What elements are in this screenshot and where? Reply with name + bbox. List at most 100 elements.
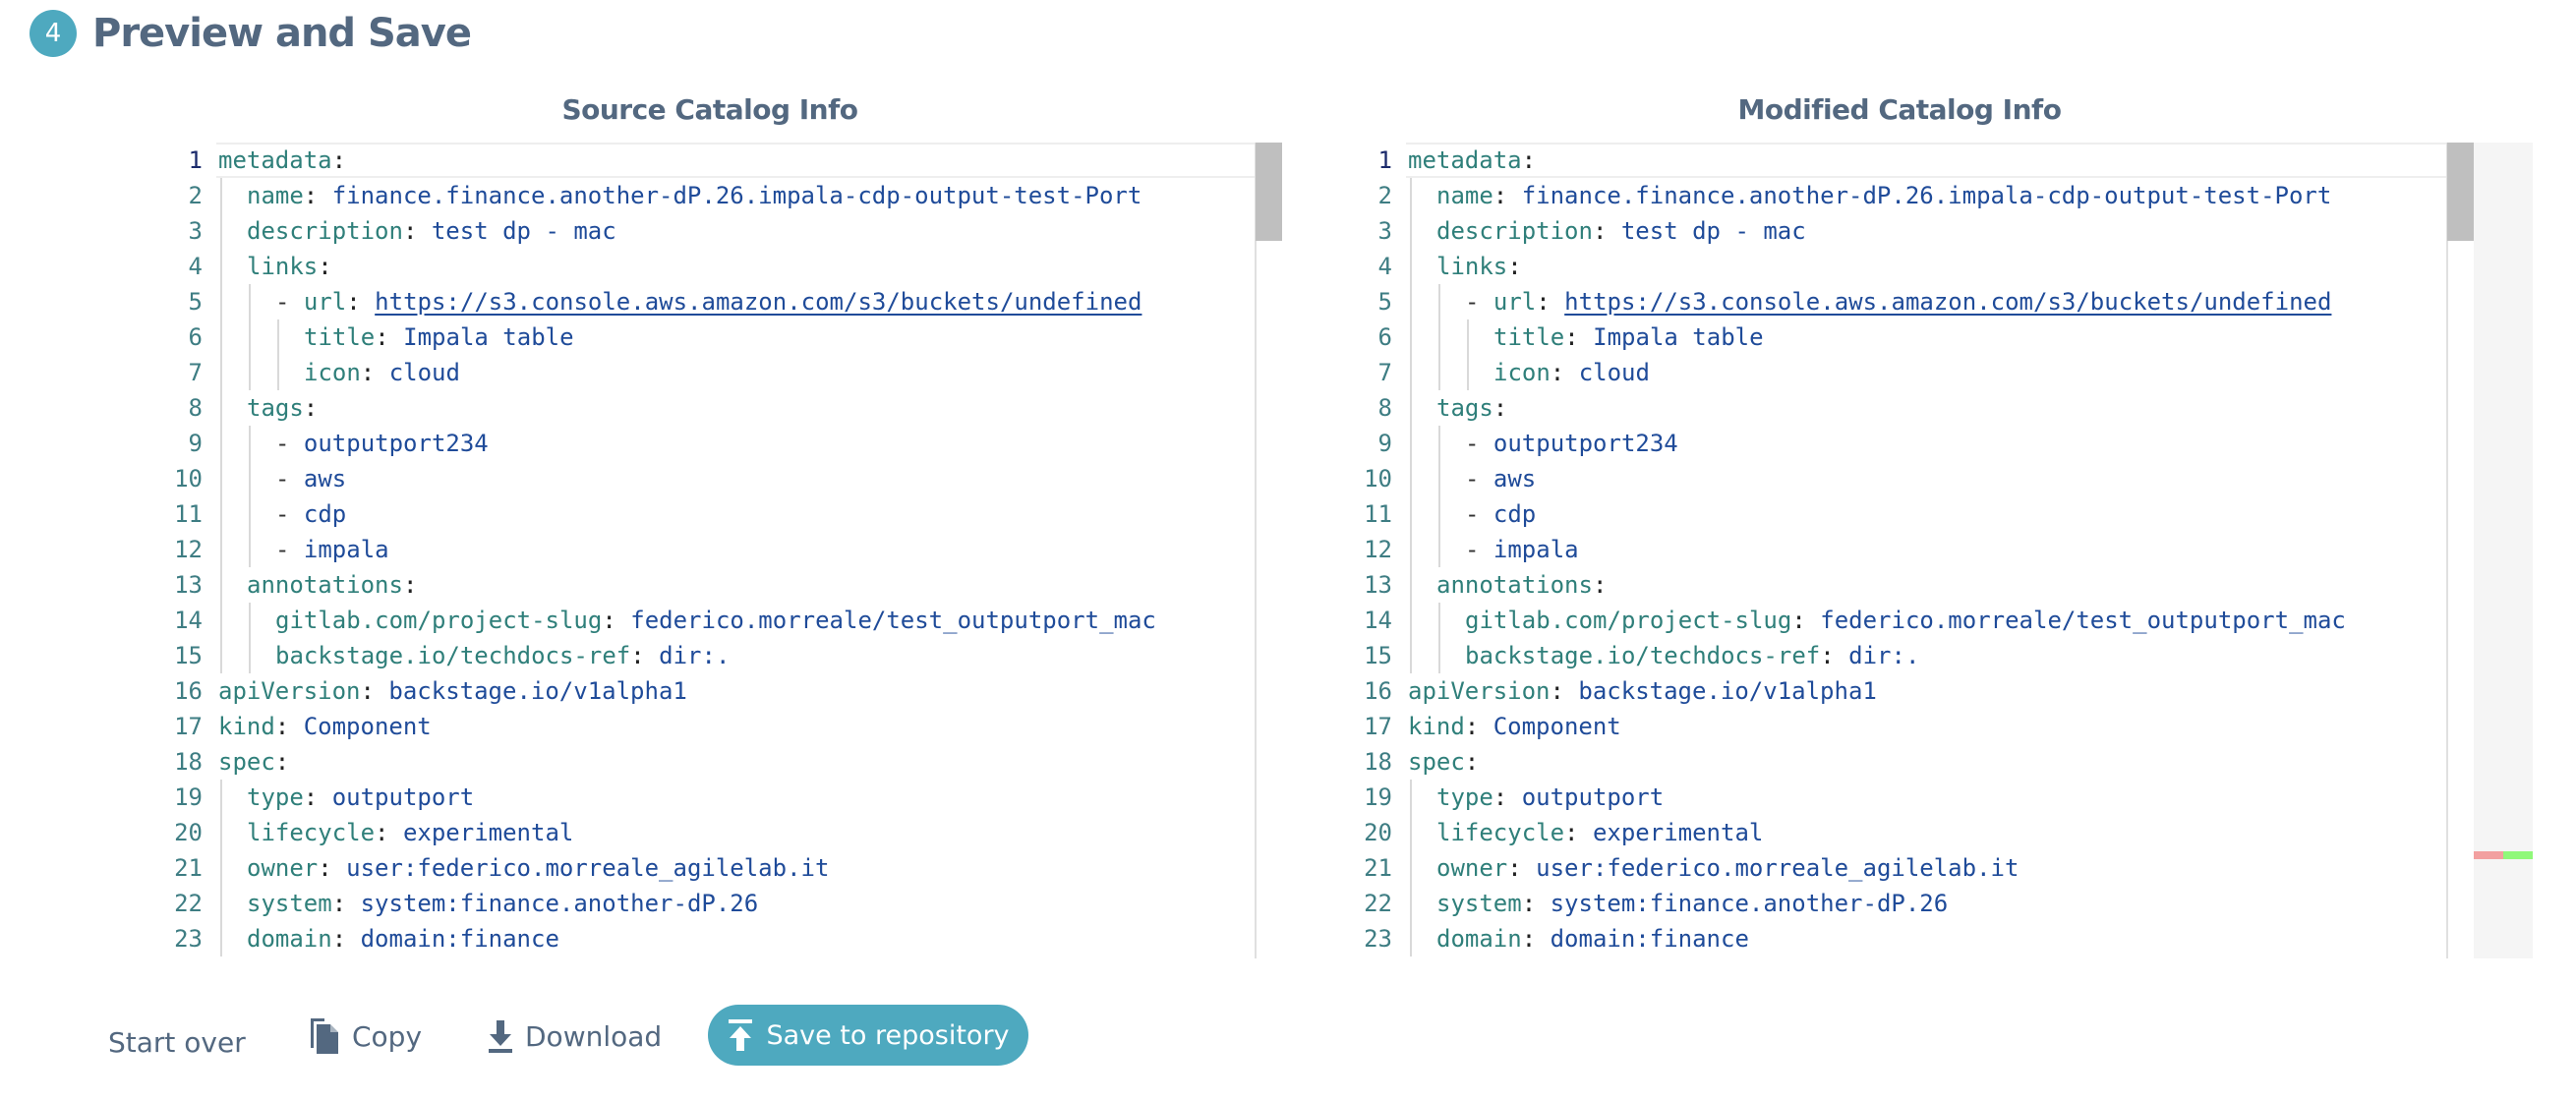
code-line: 2 name: finance.finance.another-dP.26.imp… [1347, 178, 2446, 213]
source-code-editor[interactable]: 1 metadata: 2 name: finance.finance.another… [157, 143, 1255, 958]
modified-code-editor[interactable]: 1 metadata: 2 name: finance.finance.another… [1347, 143, 2446, 958]
line-number: 18 [174, 748, 203, 776]
yaml-value: federico.morreale/test_outputport_mac [1820, 607, 2346, 634]
yaml-value: user:federico.morreale_agilelab.it [1536, 854, 2020, 882]
line-number: 11 [1364, 500, 1392, 528]
download-icon [489, 1020, 512, 1053]
line-number: 10 [174, 465, 203, 493]
code-line: 10 - aws [1347, 461, 2446, 496]
yaml-value: outputport234 [303, 430, 489, 457]
source-panel-title: Source Catalog Info [561, 93, 858, 126]
yaml-colon: : [346, 288, 376, 316]
yaml-value: Component [1493, 713, 1621, 740]
yaml-key: url [303, 288, 347, 316]
code-line: 6 title: Impala table [1347, 319, 2446, 355]
yaml-key: backstage.io/techdocs-ref [275, 642, 631, 669]
save-to-repository-button[interactable]: Save to repository [708, 1005, 1028, 1066]
modified-scrollbar-thumb[interactable] [2447, 143, 2474, 241]
line-number: 9 [1377, 430, 1392, 457]
upload-icon [729, 1019, 753, 1051]
source-scrollbar-thumb[interactable] [1256, 143, 1282, 241]
yaml-value: test dp - mac [1620, 217, 1806, 245]
code-line: 15 backstage.io/techdocs-ref: dir:. [157, 638, 1255, 673]
yaml-key: links [247, 253, 319, 280]
yaml-key: type [1436, 783, 1493, 811]
yaml-value: test dp - mac [431, 217, 616, 245]
yaml-key: system [1436, 890, 1522, 917]
list-dash: - [275, 500, 304, 528]
code-line: 6 title: Impala table [157, 319, 1255, 355]
yaml-colon: : [375, 819, 403, 846]
diff-overview-ruler[interactable] [2474, 143, 2533, 958]
yaml-value: Component [303, 713, 432, 740]
yaml-value: backstage.io/v1alpha1 [1578, 677, 1877, 705]
yaml-value: domain:finance [360, 925, 559, 953]
yaml-key: gitlab.com/project-slug [275, 607, 603, 634]
yaml-key: annotations [1436, 571, 1593, 599]
yaml-key: domain [1436, 925, 1522, 953]
copy-button[interactable]: Copy [309, 1005, 422, 1068]
yaml-key: description [247, 217, 403, 245]
yaml-colon: : [318, 854, 347, 882]
code-line: 4 links: [1347, 249, 2446, 284]
start-over-button[interactable]: Start over [108, 1005, 246, 1068]
line-number: 22 [1364, 890, 1392, 917]
yaml-key: name [1436, 182, 1493, 209]
line-number: 20 [174, 819, 203, 846]
yaml-value: finance.finance.another-dP.26.impala-cdp… [331, 182, 1142, 209]
line-number: 22 [174, 890, 203, 917]
list-dash: - [1465, 288, 1493, 316]
yaml-key: title [1493, 323, 1565, 351]
code-line: 8 tags: [157, 390, 1255, 426]
code-line: 9 - outputport234 [1347, 426, 2446, 461]
code-line: 4 links: [157, 249, 1255, 284]
yaml-colon: : [375, 323, 404, 351]
list-dash: - [1465, 500, 1493, 528]
step-header: 4 Preview and Save [29, 10, 472, 57]
yaml-key: apiVersion [218, 677, 361, 705]
yaml-value: outputport [331, 783, 475, 811]
yaml-key: owner [1436, 854, 1508, 882]
yaml-link[interactable]: https://s3.console.aws.amazon.com/s3/buc… [1564, 288, 2331, 316]
list-dash: - [1465, 536, 1493, 563]
yaml-value: aws [1493, 465, 1537, 493]
yaml-key: lifecycle [247, 819, 376, 846]
code-line: 21 owner: user:federico.morreale_agilelab… [157, 850, 1255, 886]
yaml-value: impala [1493, 536, 1579, 563]
line-number: 23 [174, 925, 203, 953]
yaml-colon: : [402, 217, 432, 245]
yaml-colon: : [318, 253, 332, 280]
yaml-colon: : [1550, 359, 1579, 386]
line-number: 4 [188, 253, 203, 280]
modified-scrollbar-track[interactable] [2446, 143, 2474, 958]
yaml-key: spec [218, 748, 275, 776]
code-line: 17 kind: Component [1347, 709, 2446, 744]
yaml-link[interactable]: https://s3.console.aws.amazon.com/s3/buc… [375, 288, 1142, 316]
yaml-key: spec [1408, 748, 1465, 776]
source-scrollbar-track[interactable] [1255, 143, 1282, 958]
yaml-key: metadata [218, 146, 332, 174]
page-title: Preview and Save [92, 11, 472, 56]
yaml-key: metadata [1408, 146, 1522, 174]
download-button[interactable]: Download [486, 1005, 662, 1068]
line-number: 6 [1377, 323, 1392, 351]
line-number: 13 [174, 571, 203, 599]
line-number: 21 [1364, 854, 1392, 882]
yaml-value: finance.finance.another-dP.26.impala-cdp… [1521, 182, 2332, 209]
code-line: 8 tags: [1347, 390, 2446, 426]
code-line: 13 annotations: [157, 567, 1255, 603]
yaml-colon: : [303, 783, 332, 811]
code-line: 20 lifecycle: experimental [1347, 815, 2446, 850]
yaml-colon: : [602, 607, 631, 634]
code-line: 16 apiVersion: backstage.io/v1alpha1 [157, 673, 1255, 709]
yaml-colon: : [1464, 713, 1493, 740]
yaml-colon: : [1550, 677, 1579, 705]
yaml-key: apiVersion [1408, 677, 1551, 705]
line-number: 8 [188, 394, 203, 422]
code-line: 2 name: finance.finance.another-dP.26.imp… [157, 178, 1255, 213]
code-line: 22 system: system:finance.another-dP.26 [157, 886, 1255, 921]
yaml-key: backstage.io/techdocs-ref [1465, 642, 1821, 669]
line-number: 20 [1364, 819, 1392, 846]
copy-icon [311, 1018, 338, 1054]
yaml-value: cdp [1493, 500, 1537, 528]
